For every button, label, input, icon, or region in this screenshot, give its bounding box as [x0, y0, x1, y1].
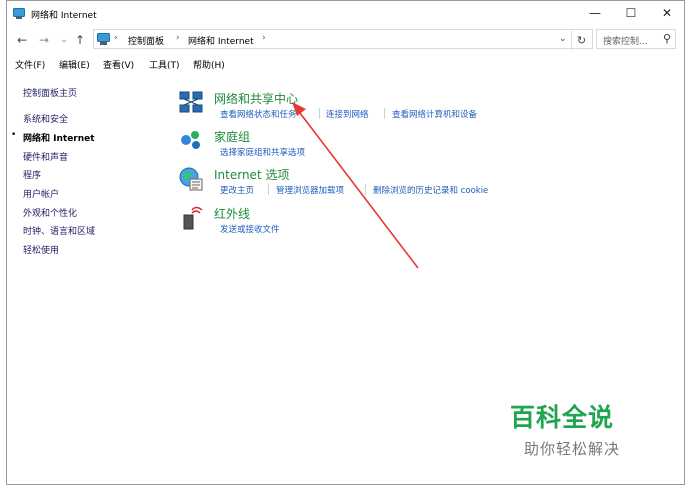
category-title[interactable]: 家庭组	[214, 128, 250, 145]
category-network-sharing: 网络和共享中心 查看网络状态和任务 连接到网络 查看网络计算机和设备	[178, 90, 518, 122]
search-icon[interactable]: ⚲	[663, 32, 671, 45]
sidebar-item-system-security[interactable]: 系统和安全	[23, 112, 68, 125]
sidebar-item-clock-region[interactable]: 时钟、语言和区域	[23, 224, 95, 237]
breadcrumb-separator-icon: ›	[114, 33, 118, 43]
sidebar-item-hardware-sound[interactable]: 硬件和声音	[23, 150, 68, 163]
link-view-network-status[interactable]: 查看网络状态和任务	[220, 108, 297, 120]
link-divider	[384, 108, 385, 119]
breadcrumb-network-internet[interactable]: 网络和 Internet	[188, 34, 254, 47]
active-bullet-icon: •	[11, 130, 17, 140]
breadcrumb-separator-icon: ›	[262, 33, 266, 43]
title-bar: 网络和 Internet — ☐ ✕	[7, 1, 684, 27]
sidebar-item-programs[interactable]: 程序	[23, 168, 41, 181]
watermark-subtitle: 助你轻松解决	[524, 440, 621, 458]
watermark: 百科全说 助你轻松解决	[510, 398, 660, 459]
link-connect-network[interactable]: 连接到网络	[326, 108, 369, 120]
close-button[interactable]: ✕	[649, 1, 685, 25]
search-box[interactable]: 搜索控制... ⚲	[596, 29, 676, 49]
menu-file[interactable]: 文件(F)	[15, 58, 45, 71]
category-homegroup: 家庭组 选择家庭组和共享选项	[178, 128, 378, 160]
category-title[interactable]: 网络和共享中心	[214, 90, 298, 107]
sidebar-item-user-accounts[interactable]: 用户帐户	[23, 187, 59, 200]
link-divider	[365, 184, 366, 195]
forward-arrow-icon[interactable]: →	[37, 32, 51, 48]
menu-tools[interactable]: 工具(T)	[149, 58, 180, 71]
link-view-network-computers[interactable]: 查看网络计算机和设备	[392, 108, 477, 120]
address-row: ← → ⌄ ↑ › 控制面板 › 网络和 Internet › ⌄ ↻ 搜索控制…	[7, 28, 684, 52]
link-homegroup-options[interactable]: 选择家庭组和共享选项	[220, 146, 305, 158]
control-panel-icon	[97, 33, 110, 45]
link-delete-history[interactable]: 删除浏览的历史记录和 cookie	[373, 184, 488, 196]
search-placeholder: 搜索控制...	[603, 37, 648, 47]
category-infrared: 红外线 发送或接收文件	[178, 205, 378, 237]
window-title: 网络和 Internet	[31, 11, 97, 21]
control-panel-icon	[13, 8, 25, 19]
link-manage-addons[interactable]: 管理浏览器加载项	[276, 184, 344, 196]
internet-options-icon	[179, 167, 203, 191]
maximize-button[interactable]: ☐	[613, 1, 649, 25]
breadcrumb-control-panel[interactable]: 控制面板	[128, 34, 164, 47]
menu-help[interactable]: 帮助(H)	[193, 58, 225, 71]
address-bar[interactable]: › 控制面板 › 网络和 Internet › ⌄ ↻	[93, 29, 593, 51]
link-change-homepage[interactable]: 更改主页	[220, 184, 254, 196]
sidebar-item-network-internet[interactable]: 网络和 Internet	[23, 131, 95, 144]
back-arrow-icon[interactable]: ←	[15, 32, 29, 48]
sidebar-item-appearance[interactable]: 外观和个性化	[23, 206, 77, 219]
sidebar-home[interactable]: 控制面板主页	[23, 86, 77, 99]
refresh-icon[interactable]: ↻	[571, 31, 591, 51]
category-title[interactable]: Internet 选项	[214, 166, 289, 183]
link-divider	[268, 184, 269, 195]
breadcrumb-separator-icon: ›	[176, 33, 180, 43]
category-title[interactable]: 红外线	[214, 205, 250, 222]
infrared-icon	[183, 206, 203, 230]
category-internet-options: Internet 选项 更改主页 管理浏览器加载项 删除浏览的历史记录和 coo…	[178, 166, 518, 198]
watermark-title: 百科全说	[510, 403, 615, 432]
menu-view[interactable]: 查看(V)	[103, 58, 134, 71]
address-dropdown-icon[interactable]: ⌄	[559, 34, 567, 44]
homegroup-icon	[181, 131, 200, 149]
recent-locations-chevron-icon[interactable]: ⌄	[57, 32, 71, 48]
menu-bar: 文件(F) 编辑(E) 查看(V) 工具(T) 帮助(H)	[7, 53, 684, 73]
menu-edit[interactable]: 编辑(E)	[59, 58, 90, 71]
sidebar-item-ease-of-access[interactable]: 轻松使用	[23, 243, 59, 256]
up-arrow-icon[interactable]: ↑	[73, 32, 87, 48]
link-send-receive-files[interactable]: 发送或接收文件	[220, 223, 280, 235]
minimize-button[interactable]: —	[577, 1, 613, 25]
link-divider	[319, 108, 320, 119]
network-sharing-icon	[179, 91, 203, 113]
